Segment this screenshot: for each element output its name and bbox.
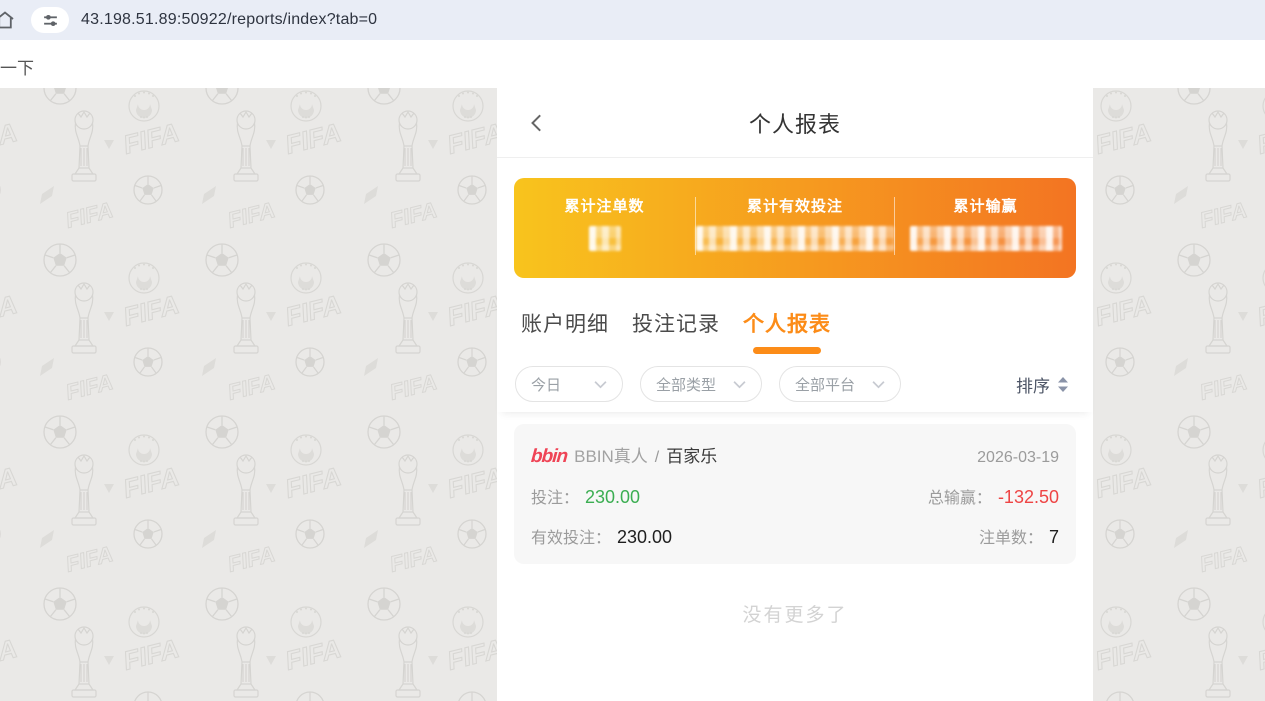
separator: / bbox=[654, 449, 660, 466]
bet-value: 230.00 bbox=[585, 487, 641, 507]
provider-name: BBIN真人 bbox=[574, 447, 648, 466]
filter-type-dropdown[interactable]: 全部类型 bbox=[640, 366, 762, 402]
valid-bet-value: 230.00 bbox=[617, 527, 673, 547]
summary-card: 累计注单数 累计有效投注 累计输赢 bbox=[514, 178, 1076, 278]
bet-label: 投注： bbox=[531, 490, 580, 507]
tab-bet-records[interactable]: 投注记录 bbox=[632, 308, 720, 354]
page-top-strip: 一下 bbox=[0, 40, 1265, 88]
record-date: 2026-03-19 bbox=[977, 449, 1059, 466]
stat-winloss: 累计输赢 bbox=[895, 195, 1076, 278]
stat-label: 累计有效投注 bbox=[746, 198, 843, 215]
url-text[interactable]: 43.198.51.89:50922/reports/index?tab=0 bbox=[81, 11, 377, 29]
tabs-and-filters: 账户明细 投注记录 个人报表 今日 全部类型 全部平台 排序 bbox=[497, 278, 1093, 412]
redacted-value bbox=[909, 226, 1062, 251]
stat-label: 累计注单数 bbox=[564, 198, 645, 215]
browser-address-bar[interactable]: 43.198.51.89:50922/reports/index?tab=0 bbox=[0, 0, 1265, 40]
tab-bar: 账户明细 投注记录 个人报表 bbox=[497, 308, 1093, 354]
sort-label: 排序 bbox=[1016, 376, 1050, 396]
chevron-down-icon bbox=[594, 380, 607, 388]
stat-label: 累计输赢 bbox=[953, 198, 1018, 215]
chevron-down-icon bbox=[733, 380, 746, 388]
record-validbet-row: 有效投注： 230.00 注单数： 7 bbox=[531, 524, 1059, 548]
chevron-down-icon bbox=[872, 380, 885, 388]
tab-label: 个人报表 bbox=[743, 313, 831, 336]
home-icon[interactable] bbox=[0, 8, 17, 32]
stat-total-bets: 累计注单数 bbox=[514, 195, 695, 278]
sort-button[interactable]: 排序 bbox=[1016, 372, 1069, 397]
page-title: 个人报表 bbox=[748, 111, 841, 137]
filter-label: 今日 bbox=[531, 376, 562, 394]
tab-label: 投注记录 bbox=[632, 313, 720, 336]
filter-label: 全部平台 bbox=[795, 376, 856, 394]
winloss-value: -132.50 bbox=[997, 487, 1059, 507]
site-info-button[interactable] bbox=[31, 7, 69, 33]
active-tab-underline bbox=[753, 347, 821, 354]
tab-account-detail[interactable]: 账户明细 bbox=[521, 308, 609, 354]
tune-icon bbox=[43, 14, 57, 26]
stray-text: 一下 bbox=[0, 59, 34, 78]
redacted-value bbox=[696, 226, 894, 251]
tab-label: 账户明细 bbox=[521, 313, 609, 336]
chevron-left-icon bbox=[531, 114, 541, 131]
valid-bet-label: 有效投注： bbox=[531, 530, 612, 547]
panel-header: 个人报表 bbox=[497, 88, 1093, 158]
record-header-row: bbin BBIN真人 / 百家乐 2026-03-19 bbox=[530, 442, 1059, 468]
filter-platform-dropdown[interactable]: 全部平台 bbox=[779, 366, 901, 402]
record-bet-row: 投注： 230.00 总输赢： -132.50 bbox=[531, 484, 1059, 508]
report-record-card[interactable]: bbin BBIN真人 / 百家乐 2026-03-19 投注： 230.00 总… bbox=[514, 424, 1076, 564]
bbin-logo: bbin bbox=[530, 446, 568, 467]
filter-bar: 今日 全部类型 全部平台 排序 bbox=[497, 366, 1093, 402]
stat-valid-bet: 累计有效投注 bbox=[696, 195, 894, 278]
no-more-text: 没有更多了 bbox=[742, 605, 848, 626]
count-label: 注单数： bbox=[978, 530, 1043, 547]
filter-date-dropdown[interactable]: 今日 bbox=[515, 366, 623, 402]
report-panel: 个人报表 累计注单数 累计有效投注 累计输赢 账户明细 投注记录 个人报表 今日… bbox=[497, 88, 1093, 701]
filter-label: 全部类型 bbox=[656, 376, 717, 394]
game-name: 百家乐 bbox=[666, 447, 718, 466]
back-button[interactable] bbox=[527, 110, 553, 136]
tab-personal-report[interactable]: 个人报表 bbox=[743, 308, 831, 354]
redacted-value bbox=[588, 226, 621, 251]
sort-arrows-icon bbox=[1058, 376, 1068, 392]
count-value: 7 bbox=[1048, 527, 1059, 547]
winloss-label: 总输赢： bbox=[927, 490, 992, 507]
screen: FIFA bbox=[0, 0, 1265, 701]
